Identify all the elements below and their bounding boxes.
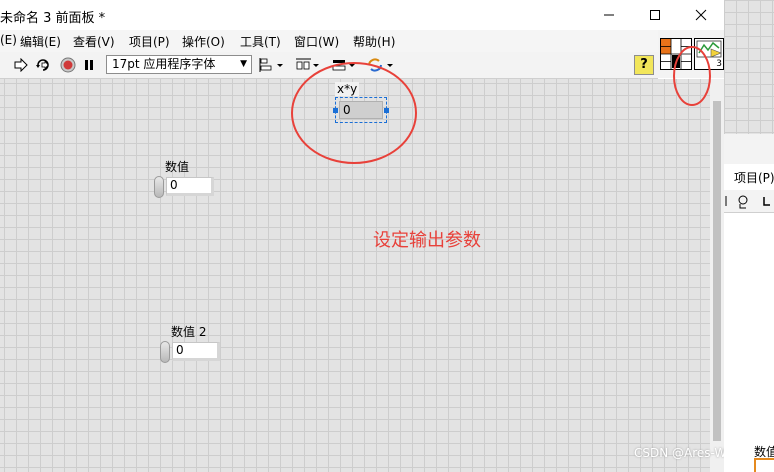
vi-icon[interactable]: 3 [694,38,724,70]
indicator-label[interactable]: x*y [335,82,360,96]
menu-bar: (E) 编辑(E) 查看(V) 项目(P) 操作(O) 工具(T) 窗口(W) … [0,30,658,52]
run-arrow-icon [14,58,28,72]
run-continuously-button[interactable] [34,56,52,74]
context-help-button[interactable]: ? [634,55,654,75]
run-continuously-icon [36,59,49,71]
scrollbar-thumb[interactable] [713,101,721,441]
align-objects-icon [259,58,283,72]
control1-label[interactable]: 数值 [165,158,189,175]
pause-icon [85,60,93,70]
run-button[interactable] [12,56,30,74]
background-toolbar [724,190,774,213]
annotation-text: 设定输出参数 [373,230,481,251]
connector-pane[interactable] [660,38,692,70]
menu-project[interactable]: 项目(P) [129,33,170,50]
font-select-value: 17pt 应用程序字体 [112,57,216,71]
distribute-objects-icon [296,58,319,70]
resize-handle-left[interactable] [333,108,338,113]
connector-pane-icon [661,39,691,69]
background-toolbar-icons [725,195,770,209]
menu-window[interactable]: 窗口(W) [294,33,339,50]
indicator-value: 0 [339,101,383,119]
control1-value[interactable]: 0 [166,177,214,196]
resize-handle-right[interactable] [384,108,389,113]
front-panel-canvas[interactable] [0,79,710,472]
watermark: CSDN @Ares-Wang [634,446,724,460]
window-title: 未命名 3 前面板 * [0,11,106,26]
distribute-objects-button[interactable] [294,56,322,74]
background-window: 项目(P) 数值 [724,0,774,472]
background-terminal [754,458,774,472]
align-objects-button[interactable] [258,56,286,74]
maximize-icon [650,10,660,20]
menu-file[interactable]: (E) [0,33,17,47]
toolbar: 17pt 应用程序字体 ▼ ? [0,52,658,79]
close-button[interactable] [678,0,724,30]
control2-label[interactable]: 数值 2 [171,323,206,340]
vi-icon-badge: 3 [716,59,722,69]
menu-help[interactable]: 帮助(H) [353,33,395,50]
numeric-control-2[interactable]: 0 [160,341,222,363]
pause-button[interactable] [80,56,98,74]
numeric-control-1[interactable]: 0 [154,176,216,198]
menu-edit[interactable]: 编辑(E) [20,33,61,50]
resize-objects-button[interactable] [330,56,358,74]
dropdown-arrow-icon: ▼ [240,59,247,69]
control2-value[interactable]: 0 [172,342,220,361]
numeric-indicator-selected[interactable]: 0 [333,97,389,123]
menu-operate[interactable]: 操作(O) [182,33,225,50]
title-bar: 未命名 3 前面板 * [0,0,724,30]
minimize-icon [604,14,614,16]
maximize-button[interactable] [632,0,678,30]
minimize-button[interactable] [586,0,632,30]
increment-decrement-icon[interactable] [154,176,164,198]
reorder-icon [368,58,393,72]
background-titlebar [724,134,774,164]
abort-button[interactable] [58,56,78,74]
menu-tools[interactable]: 工具(T) [240,33,281,50]
background-panel-grid [724,0,774,134]
menu-view[interactable]: 查看(V) [73,33,115,50]
resize-objects-icon [332,60,355,71]
reorder-button[interactable] [366,56,396,74]
abort-stop-icon [60,57,76,73]
background-menu-project[interactable]: 项目(P) [734,169,774,186]
vi-front-panel-window: 未命名 3 前面板 * (E) 编辑(E) 查看(V) 项目(P) 操作(O) … [0,0,724,472]
font-select[interactable]: 17pt 应用程序字体 ▼ [106,55,252,74]
close-icon [695,9,707,21]
increment-decrement-icon[interactable] [160,341,170,363]
vertical-scrollbar[interactable] [710,79,724,472]
